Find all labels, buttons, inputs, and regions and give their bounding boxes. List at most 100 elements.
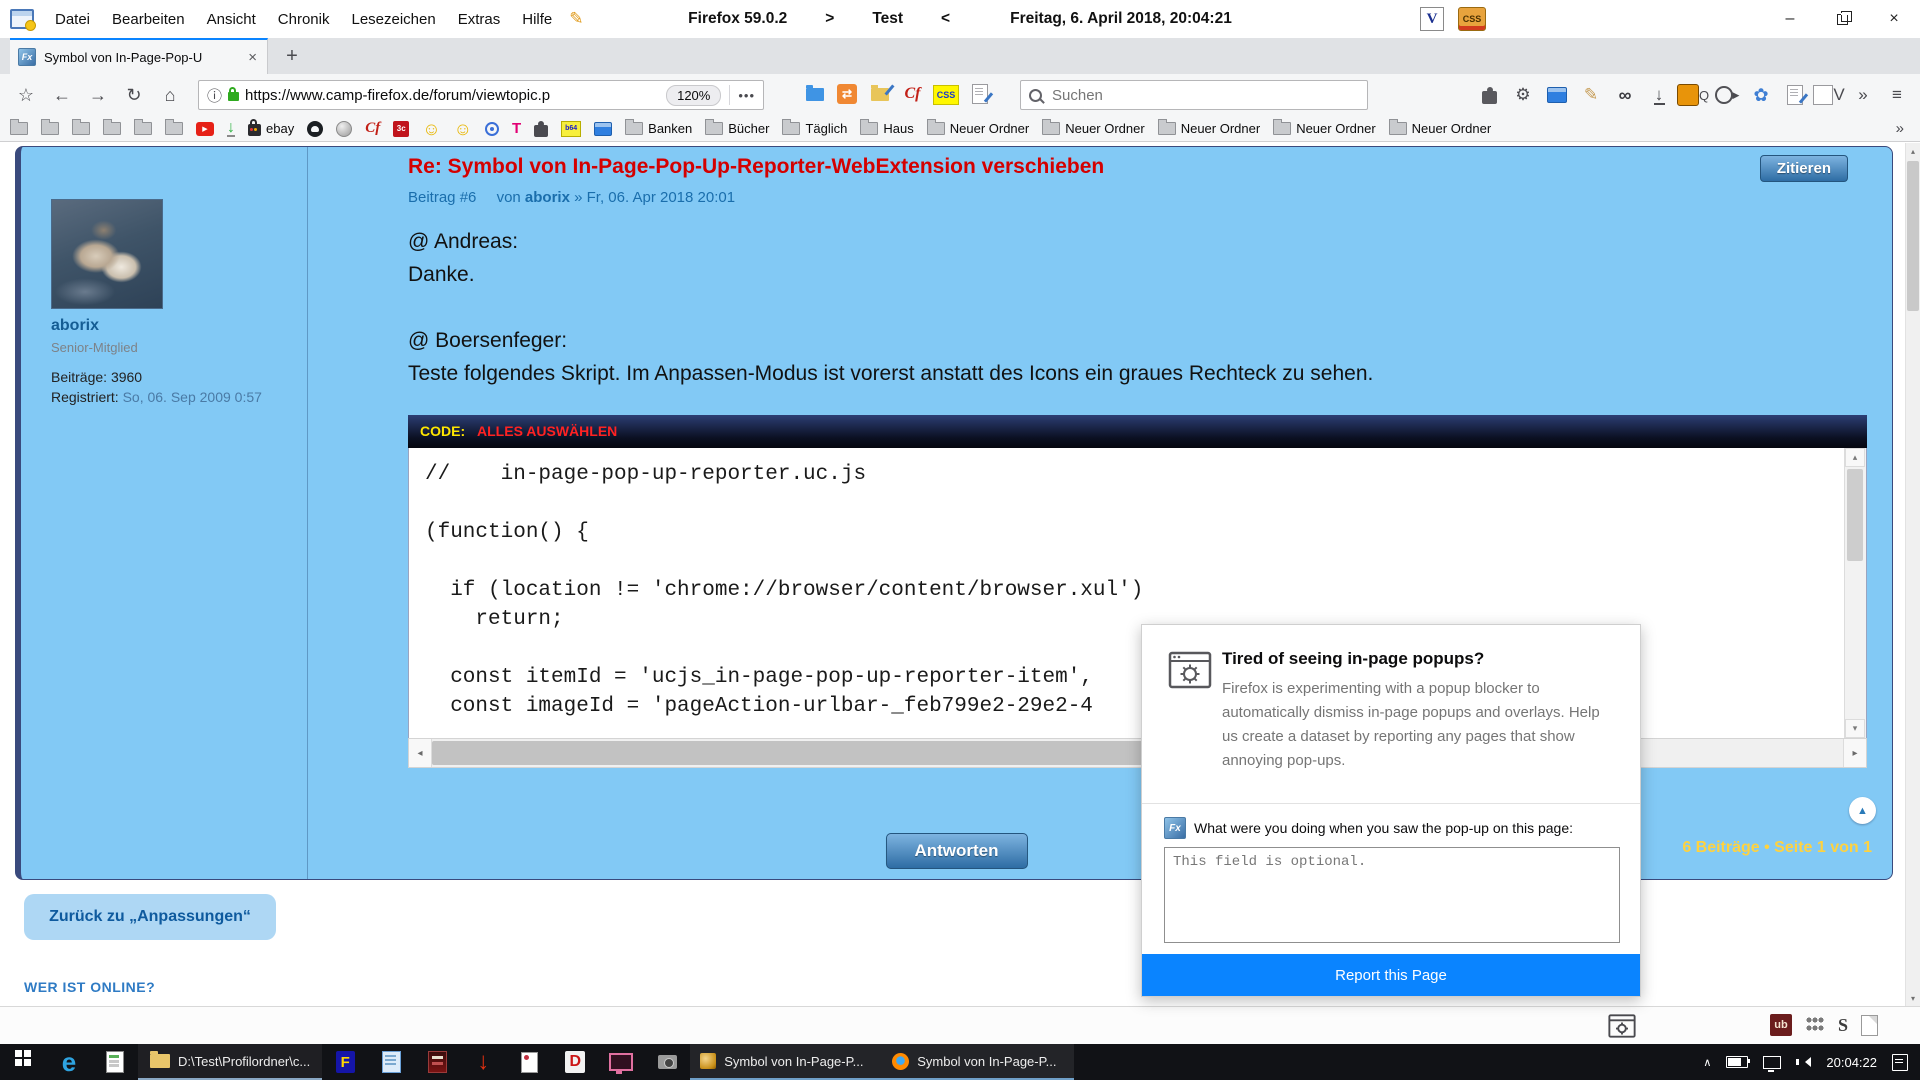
back-icon[interactable]: ← xyxy=(44,78,80,112)
bookmark-folder[interactable] xyxy=(134,118,152,140)
css-highlighted-icon[interactable]: CSS xyxy=(933,85,959,105)
bookmark-folder-buecher[interactable]: Bücher xyxy=(705,118,769,140)
grid-icon[interactable] xyxy=(1805,1015,1825,1035)
back-to-forum-button[interactable]: Zurück zu „Anpassungen“ xyxy=(24,894,276,940)
freecommander-f-icon[interactable]: F xyxy=(322,1044,368,1080)
url-text[interactable]: https://www.camp-firefox.de/forum/viewto… xyxy=(245,87,660,104)
quickedit-pencil-icon[interactable]: ✎ xyxy=(569,9,583,29)
bookmark-folder[interactable] xyxy=(10,118,28,140)
menu-item[interactable]: Extras xyxy=(447,11,512,28)
reload-icon[interactable]: ↻ xyxy=(116,78,152,112)
notes-doc-icon[interactable] xyxy=(92,1044,138,1080)
notes-page-icon[interactable] xyxy=(963,77,996,111)
site-info-icon[interactable]: ⓘ xyxy=(207,85,222,106)
post-number[interactable]: Beitrag #6 xyxy=(408,189,476,206)
flashgot-flower-icon[interactable]: ✿ xyxy=(1744,78,1778,112)
notes-page-icon[interactable] xyxy=(1861,1015,1878,1036)
bookmark-folder-neuer-ordner[interactable]: Neuer Ordner xyxy=(927,118,1029,140)
camera-icon[interactable] xyxy=(644,1044,690,1080)
network-icon[interactable] xyxy=(1763,1056,1781,1069)
v-badge-icon[interactable]: V xyxy=(1420,7,1444,31)
select-all-link[interactable]: ALLES AUSWÄHLEN xyxy=(477,423,617,439)
tab-close-icon[interactable]: × xyxy=(246,49,259,66)
bookmark-star-icon[interactable]: ☆ xyxy=(8,78,44,112)
bookmark-folder-neuer-ordner[interactable]: Neuer Ordner xyxy=(1042,118,1144,140)
menu-item[interactable]: Bearbeiten xyxy=(101,11,196,28)
container-mask-icon[interactable]: ∞ xyxy=(1608,78,1642,112)
menu-item[interactable]: Chronik xyxy=(267,11,341,28)
yellow-folder-edit-icon[interactable] xyxy=(863,77,896,111)
scroll-up-icon[interactable]: ▴ xyxy=(1906,143,1920,159)
red-arrow-icon[interactable]: ↓ xyxy=(460,1044,506,1080)
extensions-puzzle-icon[interactable] xyxy=(1472,78,1506,112)
blue-window-icon[interactable] xyxy=(594,118,612,140)
session-window-icon[interactable] xyxy=(1540,78,1574,112)
zoom-level-indicator[interactable]: 120% xyxy=(666,85,721,106)
blue-folder-icon[interactable] xyxy=(798,77,831,111)
bookmark-folder[interactable] xyxy=(165,118,183,140)
vimperator-v-icon[interactable]: V xyxy=(1812,78,1846,112)
camp-firefox-cf-icon[interactable]: Cf xyxy=(365,118,380,140)
scroll-to-top-button[interactable]: ▲ xyxy=(1849,797,1876,824)
notification-center-icon[interactable] xyxy=(1892,1054,1908,1071)
scroll-down-icon[interactable]: ▾ xyxy=(1845,719,1865,738)
bookmark-folder-neuer-ordner[interactable]: Neuer Ordner xyxy=(1273,118,1375,140)
code-horizontal-scrollbar[interactable]: ◂ ▸ xyxy=(408,738,1867,768)
search-input[interactable] xyxy=(1050,86,1359,105)
red-3c-icon[interactable]: 3c xyxy=(393,118,409,140)
bookmark-folder-neuer-ordner[interactable]: Neuer Ordner xyxy=(1389,118,1491,140)
scroll-down-icon[interactable]: ▾ xyxy=(1906,990,1920,1006)
bookmark-folder-taeglich[interactable]: Täglich xyxy=(782,118,847,140)
menu-item[interactable]: Datei xyxy=(44,11,101,28)
menu-hamburger-icon[interactable]: ≡ xyxy=(1880,78,1914,112)
pink-monitor-icon[interactable] xyxy=(598,1044,644,1080)
menu-item[interactable]: Lesezeichen xyxy=(340,11,446,28)
scroll-up-icon[interactable]: ▴ xyxy=(1845,448,1865,467)
start-button[interactable] xyxy=(0,1044,46,1080)
code-vertical-scrollbar[interactable]: ▴ ▾ xyxy=(1844,448,1866,738)
sync-orange-icon[interactable]: ⇄ xyxy=(837,84,857,104)
notes-edit-icon[interactable] xyxy=(1778,78,1812,112)
css-badge-icon[interactable]: CSS xyxy=(1458,7,1486,31)
https-lock-icon[interactable] xyxy=(228,92,239,101)
search-bar[interactable] xyxy=(1020,80,1368,110)
media-play-icon[interactable]: ▶ xyxy=(1710,78,1744,112)
popup-comment-textarea[interactable] xyxy=(1164,847,1620,943)
red-tool-icon[interactable] xyxy=(414,1044,460,1080)
forward-icon[interactable]: → xyxy=(80,78,116,112)
downloads-icon[interactable]: ↓ xyxy=(1642,78,1676,112)
notepad-icon[interactable] xyxy=(368,1044,414,1080)
gray-ball-icon[interactable] xyxy=(336,118,352,140)
post-title-link[interactable]: Re: Symbol von In-Page-Pop-Up-Reporter-W… xyxy=(408,155,1104,179)
blue-circle-icon[interactable] xyxy=(485,118,499,140)
github-icon[interactable] xyxy=(307,118,323,140)
bookmark-folder[interactable] xyxy=(41,118,59,140)
new-tab-button[interactable]: + xyxy=(278,42,306,70)
minimize-button[interactable]: – xyxy=(1764,0,1816,38)
camp-firefox-icon[interactable]: Cf xyxy=(896,77,929,111)
quote-button[interactable]: Zitieren xyxy=(1760,155,1848,182)
url-bar[interactable]: ⓘ https://www.camp-firefox.de/forum/view… xyxy=(198,80,764,110)
volume-icon[interactable] xyxy=(1800,1057,1811,1067)
code-body[interactable]: // in-page-pop-up-reporter.uc.js(functio… xyxy=(408,448,1867,738)
who-is-online-heading[interactable]: WER IST ONLINE? xyxy=(24,979,155,995)
close-button[interactable]: × xyxy=(1868,0,1920,38)
firefox-window-button[interactable]: Symbol von In-Page-P... xyxy=(690,1044,882,1080)
settings-gear-icon[interactable]: ⚙ xyxy=(1506,78,1540,112)
author-username-link[interactable]: aborix xyxy=(51,317,99,335)
restore-button[interactable] xyxy=(1816,0,1868,38)
page-scrollbar[interactable]: ▴ ▾ xyxy=(1905,143,1920,1006)
bookmark-folder[interactable] xyxy=(103,118,121,140)
scroll-right-icon[interactable]: ▸ xyxy=(1843,739,1866,767)
post-count-value[interactable]: 3960 xyxy=(111,369,142,385)
stylus-brush-icon[interactable]: ✎ xyxy=(1574,78,1608,112)
menu-item[interactable]: Hilfe xyxy=(511,11,563,28)
cards-icon[interactable] xyxy=(506,1044,552,1080)
youtube-icon[interactable]: ▶ xyxy=(196,118,214,140)
popup-reporter-anchor-icon[interactable] xyxy=(1608,1014,1636,1043)
reply-button[interactable]: Antworten xyxy=(885,833,1027,869)
tab-active[interactable]: Fx Symbol von In-Page-Pop-U × xyxy=(10,38,268,74)
scrollbar-thumb[interactable] xyxy=(432,741,1262,765)
explorer-folder-button[interactable]: D:\Test\Profilordner\c... xyxy=(138,1044,322,1080)
smiley-icon[interactable]: ☺ xyxy=(454,118,472,140)
